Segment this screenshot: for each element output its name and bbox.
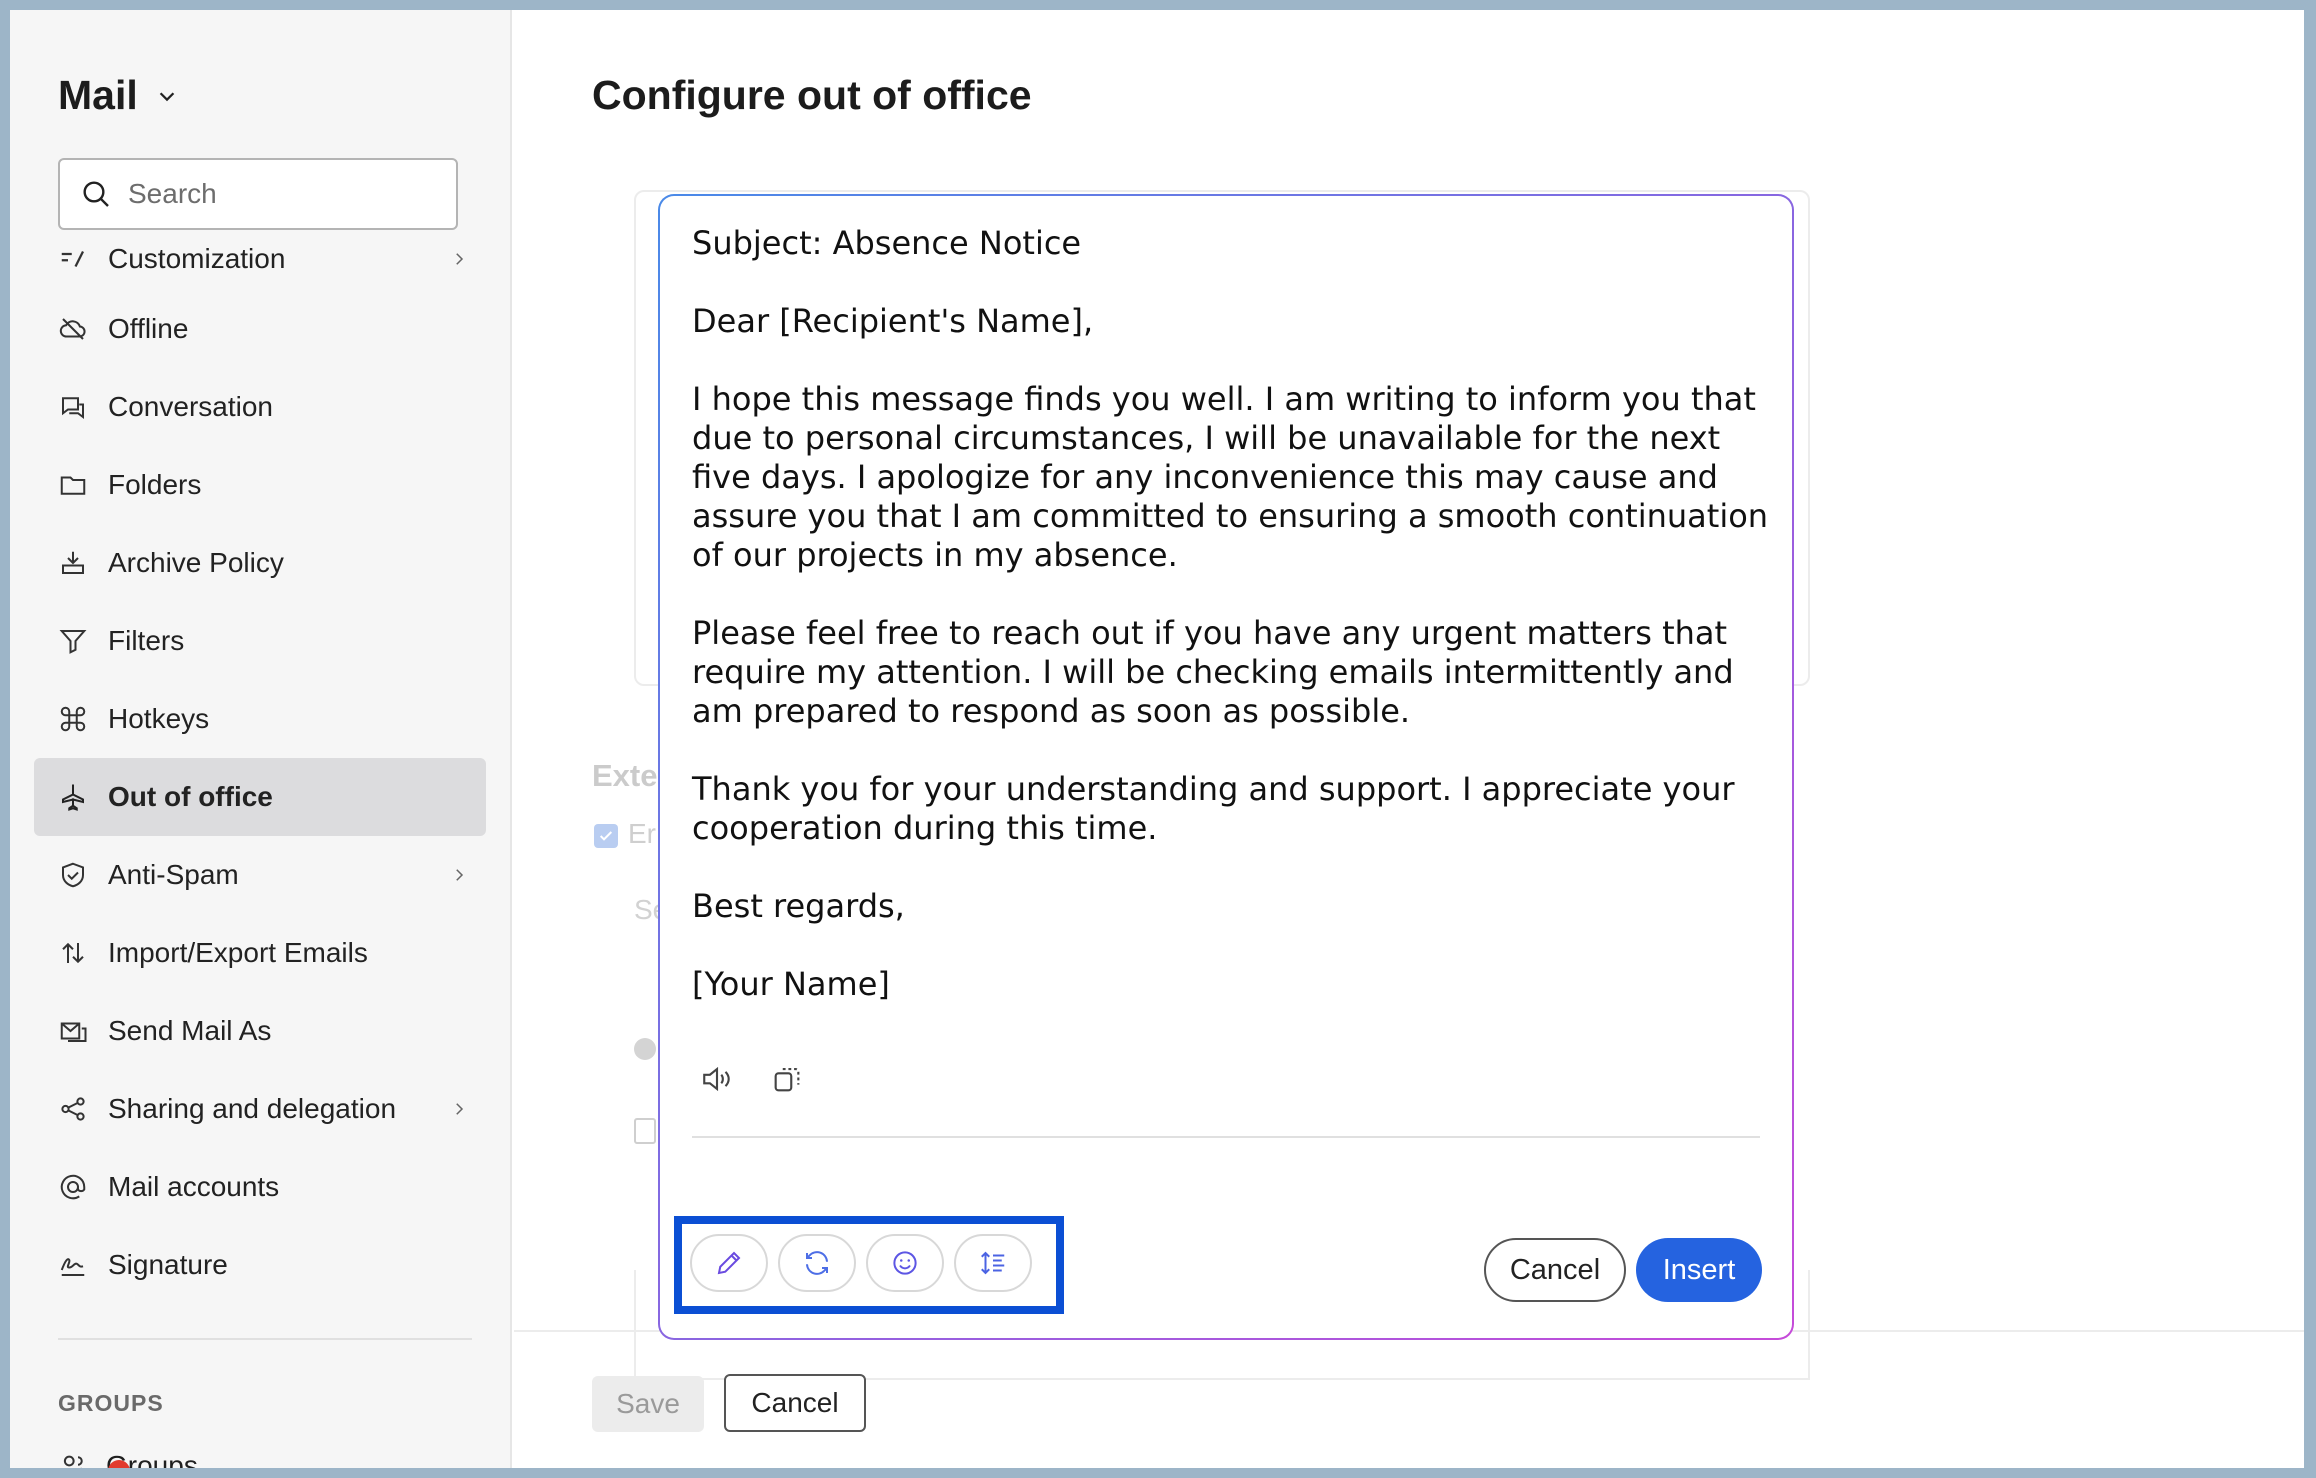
sidebar-item-conversation[interactable]: Conversation	[34, 368, 486, 446]
sidebar-item-label: Signature	[108, 1249, 228, 1280]
chevron-down-icon	[159, 91, 174, 101]
rewrite-button[interactable]	[690, 1234, 768, 1292]
sidebar-divider	[58, 1338, 472, 1340]
popup-cancel-button[interactable]: Cancel	[1484, 1238, 1626, 1302]
customization-icon	[61, 250, 85, 268]
sidebar-item-label: Offline	[108, 313, 189, 344]
chevron-right-icon	[456, 1103, 464, 1115]
emoji-icon	[893, 1251, 917, 1275]
filter-icon	[59, 630, 87, 654]
sidebar-item-label: Import/Export Emails	[108, 937, 368, 968]
speaker-icon[interactable]	[700, 1062, 734, 1096]
sidebar-item-anti-spam[interactable]: Anti-Spam	[34, 836, 486, 914]
app-switcher[interactable]: Mail	[58, 72, 178, 119]
length-button[interactable]	[954, 1234, 1032, 1292]
ai-compose-body: Subject: Absence Notice Dear [Recipient'…	[660, 196, 1792, 1338]
checkmark-icon	[599, 831, 613, 841]
shield-icon	[62, 862, 84, 888]
chevron-right-icon	[456, 869, 464, 881]
sidebar-item-label: Filters	[108, 625, 185, 656]
message-paragraph: I hope this message finds you well. I am…	[692, 380, 1769, 574]
sidebar-item-label: Out of office	[108, 781, 273, 812]
sidebar-item-label: Archive Policy	[108, 547, 284, 578]
sidebar-item-customization[interactable]: Customization	[34, 228, 486, 290]
sidebar-item-offline[interactable]: Offline	[34, 290, 486, 368]
sidebar-item-signature[interactable]: Signature	[34, 1226, 486, 1304]
info-icon	[634, 1038, 656, 1060]
message-paragraph: Thank you for your understanding and sup…	[692, 770, 1735, 847]
sidebar-item-import-export[interactable]: Import/Export Emails	[34, 914, 486, 992]
save-button[interactable]: Save	[592, 1376, 704, 1432]
line-spacing-icon	[981, 1251, 1005, 1275]
external-section-heading: Exte	[592, 758, 658, 793]
sidebar-item-send-mail-as[interactable]: Send Mail As	[34, 992, 486, 1070]
copy-icon[interactable]	[770, 1062, 804, 1096]
pencil-icon	[717, 1251, 741, 1275]
search-field[interactable]	[58, 158, 458, 230]
search-input[interactable]	[128, 178, 448, 210]
sidebar-item-archive-policy[interactable]: Archive Policy	[34, 524, 486, 602]
popup-divider	[692, 1136, 1760, 1138]
page-title: Configure out of office	[592, 72, 1032, 118]
cancel-button[interactable]: Cancel	[724, 1374, 866, 1432]
sidebar-item-folders[interactable]: Folders	[34, 446, 486, 524]
sidebar-item-label: Mail accounts	[108, 1171, 280, 1202]
faint-checkbox[interactable]	[634, 1118, 656, 1144]
message-closing: Best regards,	[692, 887, 905, 925]
ai-action-buttons	[690, 1234, 1032, 1292]
sidebar-item-label: Folders	[108, 469, 202, 500]
settings-nav: Customization Offline Conversation Folde…	[34, 238, 486, 1304]
tone-button[interactable]	[866, 1234, 944, 1292]
conversation-icon	[62, 397, 84, 419]
folder-icon	[60, 476, 86, 495]
sidebar-item-label: Anti-Spam	[108, 859, 239, 890]
at-icon	[60, 1174, 86, 1200]
regenerate-button[interactable]	[778, 1234, 856, 1292]
external-checkbox[interactable]	[594, 824, 618, 848]
external-checkbox-label: Er	[628, 818, 656, 849]
message-paragraph: Please feel free to reach out if you hav…	[692, 614, 1734, 730]
app-window: Mail Customization Offline Conversation	[10, 10, 2304, 1468]
sidebar-item-label: Hotkeys	[108, 703, 210, 734]
share-icon	[61, 1097, 85, 1121]
sidebar-item-label: Sharing and delegation	[108, 1093, 397, 1124]
sidebar-item-label: Conversation	[108, 391, 273, 422]
sidebar: Mail Customization Offline Conversation	[10, 10, 512, 1468]
sidebar-item-out-of-office[interactable]: Out of office	[34, 758, 486, 836]
signature-icon	[60, 1258, 85, 1276]
sidebar-item-mail-accounts[interactable]: Mail accounts	[34, 1148, 486, 1226]
sidebar-item-label: Customization	[108, 243, 286, 274]
sidebar-item-sharing[interactable]: Sharing and delegation	[34, 1070, 486, 1148]
groups-icon	[63, 1455, 83, 1468]
generated-message: Subject: Absence Notice Dear [Recipient'…	[692, 224, 1772, 1043]
message-tools	[700, 1062, 804, 1096]
sidebar-item-hotkeys[interactable]: Hotkeys	[34, 680, 486, 758]
cloud-off-icon	[59, 318, 86, 340]
main-content: Configure out of office Exte Er Se Save …	[514, 10, 2304, 1468]
chevron-right-icon	[456, 253, 464, 265]
airplane-icon	[62, 784, 84, 811]
import-export-icon	[62, 942, 84, 964]
message-signature: [Your Name]	[692, 965, 890, 1003]
send-as-icon	[60, 1022, 87, 1042]
message-subject: Subject: Absence Notice	[692, 224, 1082, 262]
sidebar-item-label: Send Mail As	[108, 1015, 272, 1046]
ai-compose-popup: Subject: Absence Notice Dear [Recipient'…	[658, 194, 1794, 1340]
regenerate-icon	[806, 1251, 828, 1275]
command-icon	[60, 706, 86, 732]
sidebar-item-filters[interactable]: Filters	[34, 602, 486, 680]
archive-icon	[62, 551, 84, 574]
groups-section-label: GROUPS	[58, 1390, 164, 1416]
insert-button[interactable]: Insert	[1636, 1238, 1762, 1302]
search-icon	[83, 181, 109, 207]
message-greeting: Dear [Recipient's Name],	[692, 302, 1094, 340]
app-title: Mail	[58, 72, 138, 118]
